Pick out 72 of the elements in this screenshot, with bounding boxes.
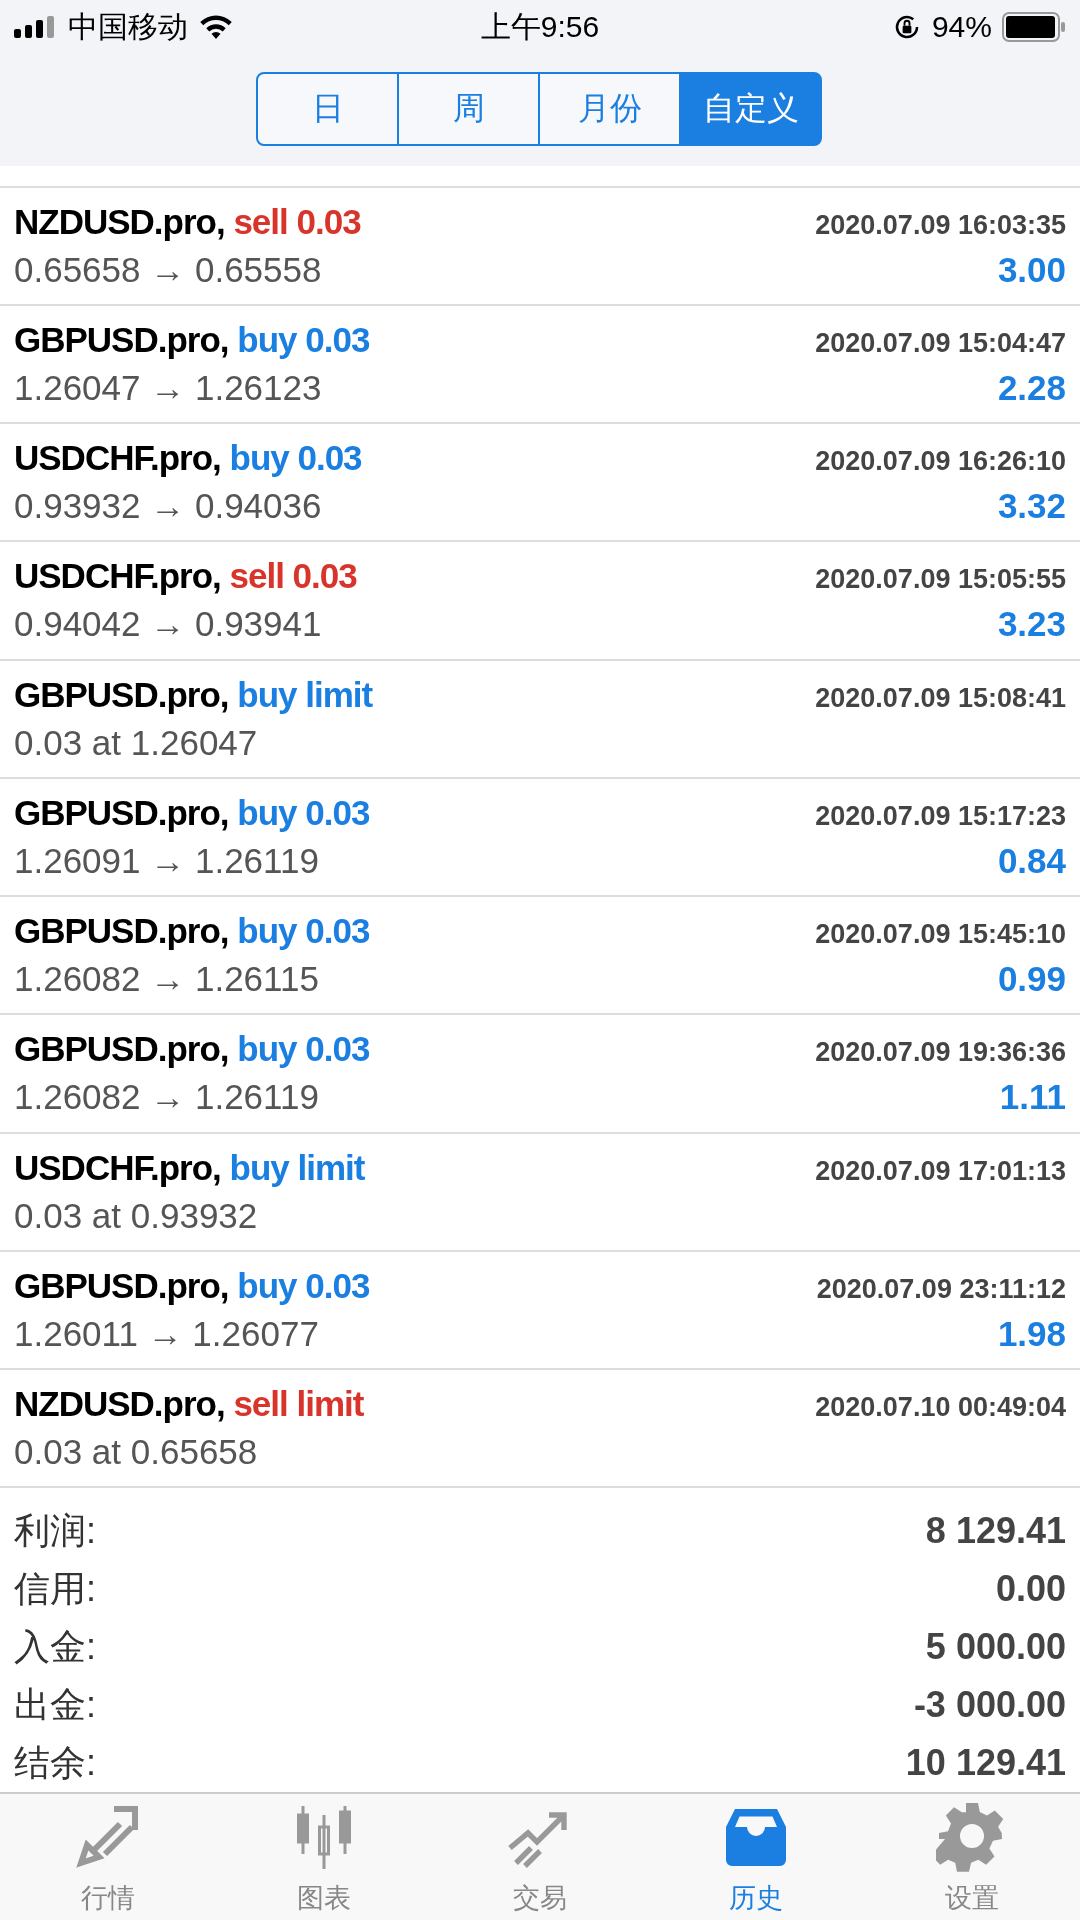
battery-icon — [1002, 12, 1066, 42]
trade-profit: 2.28 — [997, 367, 1066, 408]
trade-prices: 1.26091 → 1.26119 — [14, 840, 319, 881]
clock-time: 上午9:56 — [480, 8, 600, 45]
summary-value: -3 000.00 — [913, 1684, 1066, 1727]
trade-prices: 1.26011 → 1.26077 — [14, 1313, 319, 1354]
trade-row[interactable]: NZDUSD.pro, sell limit 2020.07.10 00:49:04 0.03 at 0.65658 — [0, 1370, 1080, 1489]
summary-label: 利润: — [14, 1508, 96, 1553]
trade-time: 2020.07.10 00:49:04 — [815, 1392, 1066, 1424]
summary-label: 出金: — [14, 1682, 96, 1727]
trade-row[interactable]: GBPUSD.pro, buy 0.03 2020.07.09 15:04:47 1.26047 → 1.26123 2.28 — [0, 305, 1080, 425]
trade-row[interactable]: GBPUSD.pro, buy 0.03 2020.07.09 15:17:23 1.26091 → 1.26119 0.84 — [0, 778, 1080, 898]
trade-prices: 0.03 at 1.26047 — [14, 722, 258, 763]
trade-profit: 1.11 — [999, 1077, 1066, 1118]
trade-title: GBPUSD.pro, buy 0.03 — [14, 792, 370, 833]
summary-value: 10 129.41 — [905, 1742, 1066, 1785]
trade-time: 2020.07.09 15:08:41 — [815, 682, 1066, 714]
trade-profit: 0.84 — [997, 840, 1066, 881]
wifi-icon — [198, 13, 234, 41]
trade-title: NZDUSD.pro, sell limit — [14, 1384, 364, 1425]
trade-prices: 1.26047 → 1.26123 — [14, 367, 322, 408]
trade-time: 2020.07.09 15:45:10 — [815, 919, 1066, 951]
trade-title: USDCHF.pro, buy 0.03 — [14, 438, 362, 479]
period-tab[interactable]: 自定义 — [679, 72, 822, 146]
trade-time: 2020.07.09 16:26:10 — [815, 446, 1066, 478]
trade-prices: 0.94042 → 0.93941 — [14, 604, 322, 645]
trade-time: 2020.07.09 16:03:35 — [815, 209, 1066, 241]
period-tab[interactable]: 月份 — [538, 72, 681, 146]
period-tab[interactable]: 周 — [397, 72, 540, 146]
trade-time: 2020.07.09 15:05:55 — [815, 564, 1066, 596]
tab-bar-item[interactable]: 历史 — [648, 1794, 864, 1920]
trade-time: 2020.07.09 23:11:12 — [816, 1273, 1066, 1305]
trade-profit: 3.00 — [997, 249, 1066, 290]
carrier-name: 中国移动 — [68, 8, 188, 45]
trade-profit: 1.98 — [997, 1313, 1066, 1354]
trade-title: USDCHF.pro, buy limit — [14, 1147, 365, 1188]
trade-row[interactable]: GBPUSD.pro, buy 0.03 2020.07.09 15:45:10 1.26082 → 1.26115 0.99 — [0, 897, 1080, 1016]
trade-title: NZDUSD.pro, sell 0.03 — [14, 201, 361, 242]
trade-title: GBPUSD.pro, buy 0.03 — [14, 319, 370, 360]
trade-title: GBPUSD.pro, buy 0.03 — [14, 1029, 370, 1070]
trade-profit: 3.32 — [997, 486, 1066, 527]
trade-profit: 0.99 — [997, 959, 1066, 1000]
trade-prices: 0.93932 → 0.94036 — [14, 486, 322, 527]
trade-prices: 1.26082 → 1.26115 — [14, 959, 319, 1000]
trade-row[interactable]: NZDUSD.pro, sell 0.03 2020.07.09 16:03:35 0.65658 → 0.65558 3.00 — [0, 187, 1080, 306]
summary-label: 信用: — [14, 1566, 96, 1611]
trade-profit: 3.23 — [997, 604, 1066, 645]
trade-title: USDCHF.pro, sell 0.03 — [14, 556, 357, 597]
trade-title: GBPUSD.pro, buy limit — [14, 674, 373, 715]
battery-percent: 94% — [931, 10, 992, 44]
trade-row[interactable]: USDCHF.pro, sell 0.03 2020.07.09 15:05:55 0.94042 → 0.93941 3.23 — [0, 542, 1080, 661]
trade-title: GBPUSD.pro, buy 0.03 — [14, 1265, 370, 1306]
trade-row[interactable]: GBPUSD.pro, buy limit 2020.07.09 15:08:41 0.03 at 1.26047 — [0, 660, 1080, 779]
trade-time: 2020.07.09 15:17:23 — [815, 800, 1066, 832]
trade-time: 2020.07.09 15:04:47 — [815, 327, 1066, 359]
trade-row[interactable]: USDCHF.pro, buy limit 2020.07.09 17:01:13 0.03 at 0.93932 — [0, 1133, 1080, 1252]
trade-prices: 0.03 at 0.65658 — [14, 1432, 258, 1473]
summary-label: 入金: — [14, 1624, 96, 1669]
trade-prices: 0.65658 → 0.65558 — [14, 249, 322, 290]
trade-row[interactable]: GBPUSD.pro, buy 0.03 2020.07.09 19:36:36 1.26082 → 1.26119 1.11 — [0, 1015, 1080, 1134]
period-tab[interactable]: 日 — [256, 72, 399, 146]
summary-label: 结余: — [14, 1740, 96, 1785]
trade-row[interactable]: GBPUSD.pro, buy 0.03 2020.07.09 23:11:12 1.26011 → 1.26077 1.98 — [0, 1251, 1080, 1371]
trade-row[interactable]: USDCHF.pro, buy 0.03 2020.07.09 16:26:10 0.93932 → 0.94036 3.32 — [0, 424, 1080, 543]
summary-value: 8 129.41 — [925, 1510, 1066, 1553]
trade-prices: 1.26082 → 1.26119 — [14, 1077, 319, 1118]
trade-time: 2020.07.09 17:01:13 — [815, 1155, 1066, 1187]
summary-value: 0.00 — [995, 1568, 1066, 1611]
trade-time: 2020.07.09 19:36:36 — [815, 1037, 1066, 1069]
trade-title: GBPUSD.pro, buy 0.03 — [14, 911, 370, 952]
trade-prices: 0.03 at 0.93932 — [14, 1195, 258, 1236]
summary-value: 5 000.00 — [925, 1626, 1066, 1669]
